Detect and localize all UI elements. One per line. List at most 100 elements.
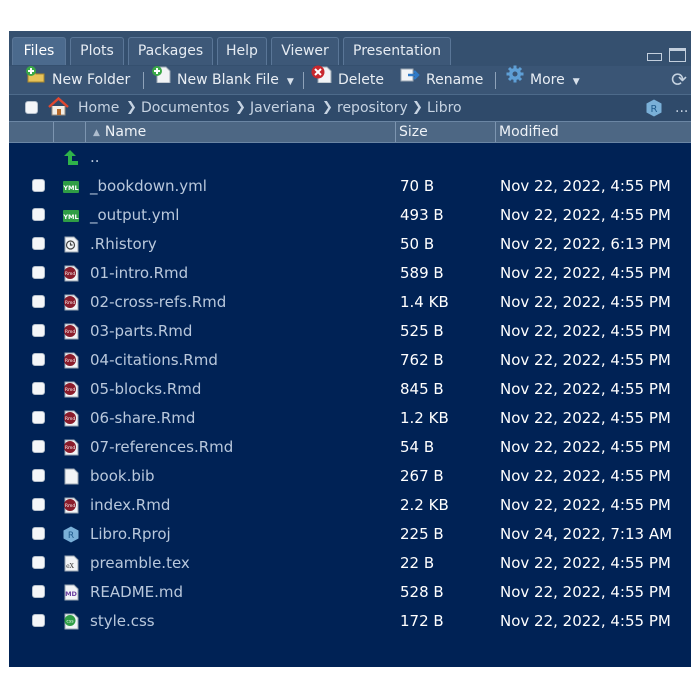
file-checkbox[interactable] xyxy=(32,324,45,337)
file-row[interactable]: css style.css 172 B Nov 22, 2022, 4:55 PM xyxy=(9,607,691,636)
file-checkbox[interactable] xyxy=(32,527,45,540)
file-size: 525 B xyxy=(400,322,444,340)
select-all-checkbox[interactable] xyxy=(25,101,38,114)
file-row[interactable]: YML _output.yml 493 B Nov 22, 2022, 4:55 PM xyxy=(9,201,691,230)
file-checkbox[interactable] xyxy=(32,411,45,424)
tab-viewer[interactable]: Viewer xyxy=(271,37,339,65)
file-name-link[interactable]: book.bib xyxy=(90,462,155,491)
delete-button[interactable]: Delete xyxy=(311,65,384,94)
file-row[interactable]: Rmd index.Rmd 2.2 KB Nov 22, 2022, 4:55 PM xyxy=(9,491,691,520)
svg-text:css: css xyxy=(66,620,74,625)
file-row[interactable]: R Libro.Rproj 225 B Nov 24, 2022, 7:13 AM xyxy=(9,520,691,549)
file-checkbox[interactable] xyxy=(32,469,45,482)
file-checkbox[interactable] xyxy=(32,556,45,569)
breadcrumb-overflow[interactable]: ... xyxy=(675,95,688,121)
file-row[interactable]: Rmd 05-blocks.Rmd 845 B Nov 22, 2022, 4:55 … xyxy=(9,375,691,404)
tab-packages[interactable]: Packages xyxy=(128,37,213,65)
delete-icon xyxy=(311,65,332,93)
file-size: 589 B xyxy=(400,264,444,282)
file-row[interactable]: Rmd 01-intro.Rmd 589 B Nov 22, 2022, 4:55 P… xyxy=(9,259,691,288)
file-checkbox[interactable] xyxy=(32,353,45,366)
file-name-link[interactable]: 06-share.Rmd xyxy=(90,404,195,433)
breadcrumb-libro[interactable]: Libro xyxy=(427,95,462,121)
new-blank-file-label: New Blank File xyxy=(177,72,279,88)
new-folder-icon xyxy=(25,65,46,93)
file-checkbox[interactable] xyxy=(32,614,45,627)
file-name-link[interactable]: 07-references.Rmd xyxy=(90,433,233,462)
file-row[interactable]: Rmd 03-parts.Rmd 525 B Nov 22, 2022, 4:55 P… xyxy=(9,317,691,346)
file-checkbox[interactable] xyxy=(32,498,45,511)
file-row[interactable]: eX preamble.tex 22 B Nov 22, 2022, 4:55 PM xyxy=(9,549,691,578)
rename-button[interactable]: Rename xyxy=(400,66,483,94)
file-checkbox[interactable] xyxy=(32,237,45,250)
minimize-pane-icon[interactable] xyxy=(647,53,662,61)
svg-text:MD: MD xyxy=(65,590,77,598)
file-name-link[interactable]: 01-intro.Rmd xyxy=(90,259,188,288)
tab-help[interactable]: Help xyxy=(217,37,267,65)
column-name[interactable]: ▲ Name xyxy=(93,122,146,142)
file-size: 54 B xyxy=(400,438,435,456)
file-list-header: ▲ Name Size Modified xyxy=(9,121,691,143)
new-folder-button[interactable]: New Folder xyxy=(25,66,130,94)
file-row[interactable]: Rmd 04-citations.Rmd 762 B Nov 22, 2022, 4:… xyxy=(9,346,691,375)
delete-label: Delete xyxy=(338,72,384,88)
tab-plots[interactable]: Plots xyxy=(70,37,124,65)
file-row[interactable]: Rmd 07-references.Rmd 54 B Nov 22, 2022, 4:… xyxy=(9,433,691,462)
file-modified: Nov 22, 2022, 4:55 PM xyxy=(500,554,671,572)
file-name-link[interactable]: README.md xyxy=(90,578,183,607)
file-row[interactable]: Rmd 02-cross-refs.Rmd 1.4 KB Nov 22, 2022, … xyxy=(9,288,691,317)
breadcrumb-documentos[interactable]: Documentos xyxy=(141,95,229,121)
file-name-link[interactable]: _bookdown.yml xyxy=(90,172,207,201)
file-name-link[interactable]: index.Rmd xyxy=(90,491,170,520)
file-name-link[interactable]: .Rhistory xyxy=(90,230,157,259)
file-name-link[interactable]: preamble.tex xyxy=(90,549,190,578)
new-folder-label: New Folder xyxy=(52,72,131,88)
refresh-icon[interactable]: ⟳ xyxy=(671,66,687,94)
file-size: 267 B xyxy=(400,467,444,485)
rmd-file-icon: Rmd xyxy=(62,265,80,282)
file-row[interactable]: Rmd 06-share.Rmd 1.2 KB Nov 22, 2022, 4:55 … xyxy=(9,404,691,433)
new-blank-file-button[interactable]: New Blank File ▼ xyxy=(151,66,294,94)
chevron-right-icon: ❯ xyxy=(412,100,423,115)
breadcrumb-home[interactable]: Home xyxy=(78,95,119,121)
file-row[interactable]: YML _bookdown.yml 70 B Nov 22, 2022, 4:55 P… xyxy=(9,172,691,201)
file-checkbox[interactable] xyxy=(32,295,45,308)
file-checkbox[interactable] xyxy=(32,585,45,598)
file-name-link[interactable]: 03-parts.Rmd xyxy=(90,317,192,346)
tab-presentation[interactable]: Presentation xyxy=(343,37,451,65)
chevron-down-icon: ▼ xyxy=(572,77,580,87)
file-row[interactable]: book.bib 267 B Nov 22, 2022, 4:55 PM xyxy=(9,462,691,491)
home-icon[interactable] xyxy=(48,94,69,120)
file-size: 225 B xyxy=(400,525,444,543)
file-name-link[interactable]: 04-citations.Rmd xyxy=(90,346,218,375)
file-checkbox[interactable] xyxy=(32,266,45,279)
tab-files[interactable]: Files xyxy=(12,37,66,65)
file-checkbox[interactable] xyxy=(32,440,45,453)
breadcrumb-javeriana[interactable]: Javeriana xyxy=(250,95,315,121)
parent-directory-link[interactable]: .. xyxy=(90,143,100,172)
file-name-link[interactable]: 05-blocks.Rmd xyxy=(90,375,201,404)
file-checkbox[interactable] xyxy=(32,179,45,192)
svg-text:R: R xyxy=(651,104,658,115)
file-checkbox[interactable] xyxy=(32,382,45,395)
file-checkbox[interactable] xyxy=(32,208,45,221)
file-name-link[interactable]: Libro.Rproj xyxy=(90,520,171,549)
parent-directory-row[interactable]: .. xyxy=(9,143,691,172)
file-row[interactable]: .Rhistory 50 B Nov 22, 2022, 6:13 PM xyxy=(9,230,691,259)
file-row[interactable]: MD README.md 528 B Nov 22, 2022, 4:55 PM xyxy=(9,578,691,607)
file-name-link[interactable]: style.css xyxy=(90,607,155,636)
r-project-icon[interactable]: R xyxy=(645,99,663,117)
maximize-pane-icon[interactable] xyxy=(669,48,686,62)
file-name-link[interactable]: 02-cross-refs.Rmd xyxy=(90,288,226,317)
rmd-file-icon: Rmd xyxy=(62,323,80,340)
column-modified[interactable]: Modified xyxy=(499,122,559,142)
more-button[interactable]: More ▼ xyxy=(506,65,580,94)
file-size: 2.2 KB xyxy=(400,496,449,514)
rmd-file-icon: Rmd xyxy=(62,497,80,514)
svg-text:R: R xyxy=(68,531,74,541)
file-size: 172 B xyxy=(400,612,444,630)
column-size[interactable]: Size xyxy=(399,122,428,142)
file-name-link[interactable]: _output.yml xyxy=(90,201,179,230)
svg-text:Rmd: Rmd xyxy=(65,271,76,277)
breadcrumb-repository[interactable]: repository xyxy=(337,95,408,121)
